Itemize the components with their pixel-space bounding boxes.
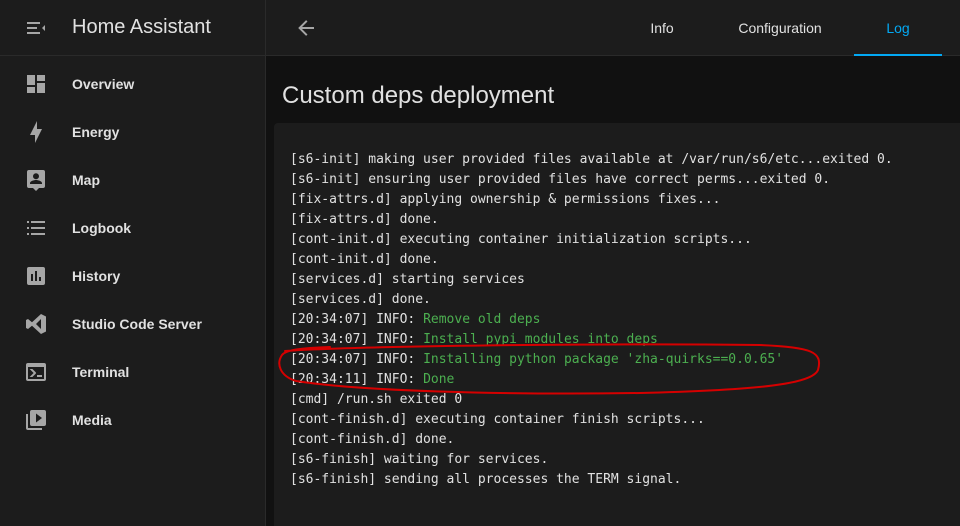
- log-line-prefix: [cont-init.d] executing container initia…: [290, 232, 752, 247]
- app-title: Home Assistant: [72, 16, 211, 38]
- log-line: [fix-attrs.d] done.: [290, 210, 893, 230]
- console-icon: [0, 348, 72, 396]
- log-line-prefix: [s6-init] making user provided files ava…: [290, 152, 893, 167]
- list-icon: [0, 204, 72, 252]
- log-line-message: Installing python package 'zha-quirks==0…: [423, 352, 784, 367]
- menu-collapse-icon: [27, 21, 45, 34]
- tab-info[interactable]: Info: [626, 0, 698, 56]
- log-line: [services.d] done.: [290, 290, 893, 310]
- log-line-prefix: [cont-init.d] done.: [290, 252, 439, 267]
- log-line-prefix: [cont-finish.d] executing container fini…: [290, 412, 705, 427]
- sidebar-item-label: Overview: [72, 76, 135, 92]
- log-line: [20:34:11] INFO: Done: [290, 370, 893, 390]
- log-line: [s6-finish] sending all processes the TE…: [290, 470, 893, 490]
- sidebar-nav: Overview Energy Map Logbook History Stud…: [0, 56, 265, 444]
- log-line-message: Remove old deps: [423, 312, 541, 327]
- sidebar-item-energy[interactable]: Energy: [0, 108, 265, 156]
- log-line: [s6-init] ensuring user provided files h…: [290, 170, 893, 190]
- tab-configuration[interactable]: Configuration: [718, 0, 842, 56]
- log-line-prefix: [fix-attrs.d] applying ownership & permi…: [290, 192, 721, 207]
- arrow-left-icon: [298, 20, 314, 36]
- log-line-prefix: [20:34:07] INFO:: [290, 312, 424, 327]
- log-line: [s6-init] making user provided files ava…: [290, 150, 893, 170]
- log-line-prefix: [20:34:11] INFO:: [290, 372, 424, 387]
- log-line: [cont-init.d] done.: [290, 250, 893, 270]
- sidebar-item-label: Studio Code Server: [72, 316, 202, 332]
- log-line-prefix: [fix-attrs.d] done.: [290, 212, 439, 227]
- collapse-menu-button[interactable]: [0, 0, 72, 56]
- log-line: [s6-finish] waiting for services.: [290, 450, 893, 470]
- sidebar-item-studio-code-server[interactable]: Studio Code Server: [0, 300, 265, 348]
- log-line: [20:34:07] INFO: Installing python packa…: [290, 350, 893, 370]
- dashboard-icon: [0, 60, 72, 108]
- log-line-prefix: [s6-finish] waiting for services.: [290, 452, 549, 467]
- log-line-prefix: [20:34:07] INFO:: [290, 352, 424, 367]
- sidebar-item-label: Media: [72, 412, 112, 428]
- sidebar-item-terminal[interactable]: Terminal: [0, 348, 265, 396]
- sidebar-item-label: History: [72, 268, 121, 284]
- play-box-icon: [0, 396, 72, 444]
- log-line: [fix-attrs.d] applying ownership & permi…: [290, 190, 893, 210]
- log-line: [cont-finish.d] done.: [290, 430, 893, 450]
- log-line-message: Install pypi modules into deps: [423, 332, 658, 347]
- back-button[interactable]: [288, 10, 324, 46]
- log-output: [s6-init] making user provided files ava…: [290, 150, 893, 490]
- log-line-prefix: [services.d] done.: [290, 292, 431, 307]
- sidebar: Home Assistant Overview Energy Map Logbo…: [0, 0, 266, 526]
- sidebar-item-label: Energy: [72, 124, 120, 140]
- chart-icon: [0, 252, 72, 300]
- log-line: [services.d] starting services: [290, 270, 893, 290]
- sidebar-item-overview[interactable]: Overview: [0, 60, 265, 108]
- sidebar-item-logbook[interactable]: Logbook: [0, 204, 265, 252]
- log-line: [cont-init.d] executing container initia…: [290, 230, 893, 250]
- sidebar-item-label: Map: [72, 172, 100, 188]
- log-line-prefix: [s6-init] ensuring user provided files h…: [290, 172, 831, 187]
- log-line-prefix: [cmd] /run.sh exited 0: [290, 392, 463, 407]
- log-card: [s6-init] making user provided files ava…: [274, 123, 960, 526]
- log-line-prefix: [cont-finish.d] done.: [290, 432, 455, 447]
- tab-log[interactable]: Log: [854, 0, 942, 56]
- log-line: [20:34:07] INFO: Remove old deps: [290, 310, 893, 330]
- log-line-prefix: [services.d] starting services: [290, 272, 525, 287]
- top-app-bar: Info Configuration Log: [266, 0, 960, 56]
- log-line-message: Done: [423, 372, 455, 387]
- sidebar-item-label: Logbook: [72, 220, 132, 236]
- log-line-prefix: [20:34:07] INFO:: [290, 332, 424, 347]
- vscode-icon: [0, 300, 72, 348]
- log-line-prefix: [s6-finish] sending all processes the TE…: [290, 472, 682, 487]
- tab-log-label: Log: [886, 20, 910, 36]
- sidebar-item-map[interactable]: Map: [0, 156, 265, 204]
- sidebar-item-history[interactable]: History: [0, 252, 265, 300]
- active-tab-indicator: [854, 54, 942, 56]
- page-title: Custom deps deployment: [282, 82, 555, 109]
- log-line: [20:34:07] INFO: Install pypi modules in…: [290, 330, 893, 350]
- sidebar-header: Home Assistant: [0, 0, 265, 56]
- sidebar-item-media[interactable]: Media: [0, 396, 265, 444]
- lightning-icon: [0, 108, 72, 156]
- log-line: [cont-finish.d] executing container fini…: [290, 410, 893, 430]
- log-line: [cmd] /run.sh exited 0: [290, 390, 893, 410]
- map-person-icon: [0, 156, 72, 204]
- sidebar-item-label: Terminal: [72, 364, 130, 380]
